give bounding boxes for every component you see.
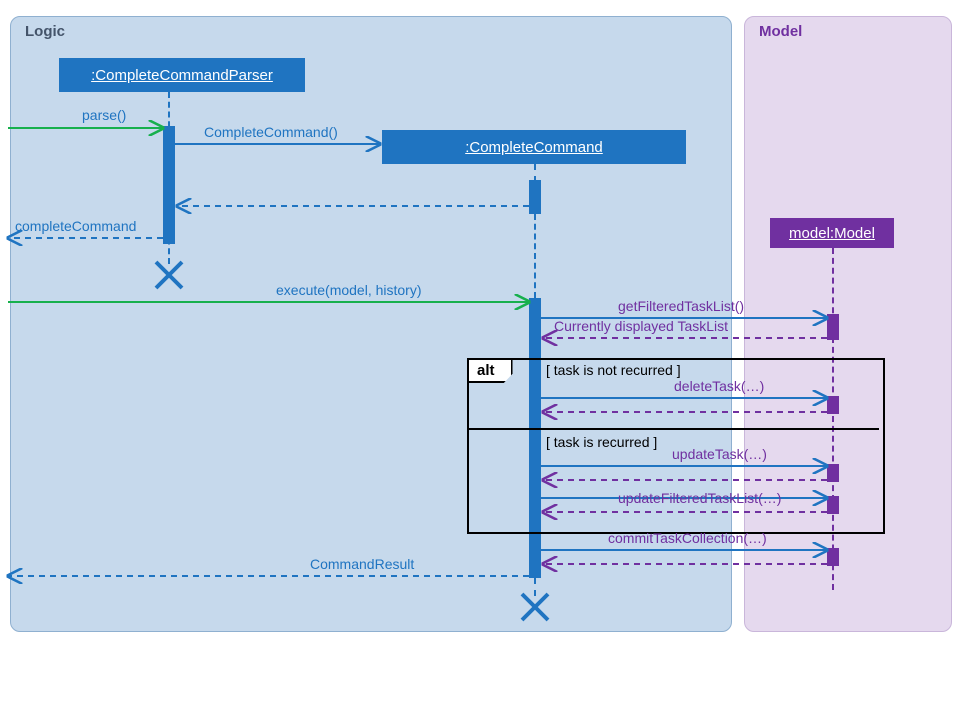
alt-separator bbox=[469, 428, 879, 430]
alt-guard-1: [ task is not recurred ] bbox=[546, 362, 681, 378]
box-model-label: model:Model bbox=[789, 225, 875, 242]
msg-getfiltered: getFilteredTaskList() bbox=[618, 298, 744, 314]
msg-completecommand-return: completeCommand bbox=[15, 218, 136, 234]
box-model: model:Model bbox=[770, 218, 894, 248]
box-completecommand: :CompleteCommand bbox=[382, 130, 686, 164]
lifeline-command-lower bbox=[534, 578, 536, 596]
msg-committaskcollection: commitTaskCollection(…) bbox=[608, 530, 767, 546]
msg-commandresult: CommandResult bbox=[310, 556, 414, 572]
msg-parse: parse() bbox=[82, 107, 126, 123]
frame-model-label: Model bbox=[759, 23, 802, 40]
msg-completecommand-ctor: CompleteCommand() bbox=[204, 124, 338, 140]
msg-deletetask: deleteTask(…) bbox=[674, 378, 764, 394]
msg-updatetask: updateTask(…) bbox=[672, 446, 767, 462]
box-completecommand-label: :CompleteCommand bbox=[465, 139, 603, 156]
activation-command-upper bbox=[529, 180, 541, 214]
lifeline-command-mid bbox=[534, 214, 536, 298]
msg-execute: execute(model, history) bbox=[276, 282, 422, 298]
alt-guard-2: [ task is recurred ] bbox=[546, 434, 657, 450]
frame-logic-label: Logic bbox=[25, 23, 65, 40]
alt-label: alt bbox=[469, 360, 513, 383]
box-completecommandparser: :CompleteCommandParser bbox=[59, 58, 305, 92]
msg-currentlydisplayed: Currently displayed TaskList bbox=[554, 318, 728, 334]
sequence-diagram: Logic Model :CompleteCommandParser :Comp… bbox=[0, 0, 960, 720]
frame-model: Model bbox=[744, 16, 952, 632]
activation-model-1 bbox=[827, 314, 839, 340]
box-completecommandparser-label: :CompleteCommandParser bbox=[91, 67, 273, 84]
activation-parser bbox=[163, 126, 175, 244]
activation-model-5 bbox=[827, 548, 839, 566]
msg-updatefilteredtasklist: updateFilteredTaskList(…) bbox=[618, 490, 781, 506]
